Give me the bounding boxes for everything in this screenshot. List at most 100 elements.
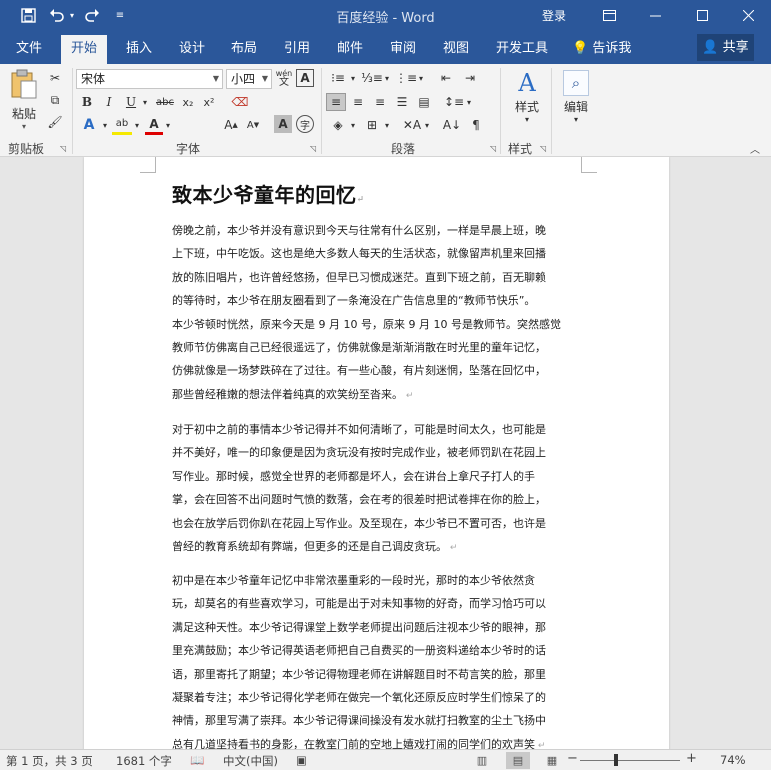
subscript-icon[interactable]: x₂	[179, 93, 197, 111]
distributed-icon[interactable]: ▤	[414, 93, 434, 111]
clear-formatting-icon[interactable]: ⌫	[230, 93, 250, 111]
borders-icon[interactable]: ⊞	[362, 115, 382, 135]
macro-record-icon[interactable]: ▣	[296, 753, 307, 767]
login-button[interactable]: 登录	[542, 7, 566, 24]
zoom-in-icon[interactable]: +	[686, 751, 697, 766]
bullets-icon[interactable]: ⁝≡	[328, 69, 348, 87]
chinese-layout-icon[interactable]: ✕A	[402, 115, 422, 135]
editing-button[interactable]: ⌕ 编辑 ▾	[556, 68, 596, 128]
share-button[interactable]: 👤 共享	[697, 34, 754, 61]
collapse-ribbon-icon[interactable]: ︿	[750, 141, 760, 156]
text-effects-icon[interactable]: A	[78, 115, 100, 135]
web-layout-icon[interactable]: ▦	[540, 752, 564, 769]
person-icon: 👤	[702, 40, 719, 55]
paste-button[interactable]: 粘贴 ▾	[6, 68, 42, 131]
word-count[interactable]: 1681 个字	[116, 753, 172, 769]
tab-insert[interactable]: 插入	[116, 35, 162, 64]
align-left-icon[interactable]: ≡	[326, 93, 346, 111]
highlight-dropdown-icon[interactable]: ▾	[132, 115, 142, 135]
text-line: 神情，那里写满了崇拜。本少爷记得课间操没有发水就打扫教室的尘土飞扬中	[172, 714, 546, 728]
decrease-indent-icon[interactable]: ⇤	[436, 69, 456, 87]
tab-design[interactable]: 设计	[169, 35, 215, 64]
font-color-icon[interactable]: A	[145, 115, 163, 135]
ribbon-home: 粘贴 ▾ ✂ ⧉ 🖌 剪贴板 ◹ 宋体 ▼ 小四 ▼ wén 文 A B I U …	[0, 64, 771, 157]
tab-file[interactable]: 文件	[6, 35, 52, 64]
paragraph-launcher-icon[interactable]: ◹	[490, 144, 496, 153]
zoom-slider-thumb[interactable]	[613, 754, 618, 766]
line-spacing-dropdown-icon[interactable]: ▾	[464, 93, 474, 111]
show-marks-icon[interactable]: ¶	[466, 115, 486, 135]
character-shading-icon[interactable]: A	[274, 115, 292, 133]
chevron-down-icon: ▼	[212, 74, 219, 83]
underline-dropdown-icon[interactable]: ▾	[140, 93, 150, 111]
multilevel-list-icon[interactable]: ⋮≡	[395, 69, 417, 87]
phonetic-guide-icon[interactable]: wén 文	[275, 67, 293, 89]
read-mode-icon[interactable]: ▥	[470, 752, 494, 769]
shrink-font-icon[interactable]: A ▼	[244, 115, 262, 135]
chinese-layout-dropdown-icon[interactable]: ▾	[422, 115, 432, 135]
line-spacing-icon[interactable]: ↕≡	[444, 93, 464, 111]
superscript-icon[interactable]: x²	[200, 93, 218, 111]
numbering-icon[interactable]: ⅓≡	[361, 69, 383, 87]
copy-icon[interactable]: ⧉	[46, 91, 64, 109]
zoom-slider[interactable]	[580, 760, 680, 761]
proofing-icon[interactable]: 📖	[190, 753, 204, 767]
text-effects-dropdown-icon[interactable]: ▾	[100, 115, 110, 135]
underline-icon[interactable]: U	[122, 93, 140, 111]
font-launcher-icon[interactable]: ◹	[310, 144, 316, 153]
grow-font-icon[interactable]: A ▲	[222, 115, 240, 135]
bold-icon[interactable]: B	[78, 93, 96, 111]
shading-dropdown-icon[interactable]: ▾	[348, 115, 358, 135]
paragraph: 对于初中之前的事情本少爷记得并不如何清晰了，可能是时间太久，也可能是 并不美好，唯…	[172, 418, 577, 560]
minimize-icon[interactable]	[632, 0, 678, 31]
borders-dropdown-icon[interactable]: ▾	[382, 115, 392, 135]
tab-developer[interactable]: 开发工具	[486, 35, 558, 64]
zoom-out-icon[interactable]: −	[567, 751, 578, 766]
tab-references[interactable]: 引用	[274, 35, 320, 64]
tab-review[interactable]: 审阅	[380, 35, 426, 64]
styles-launcher-icon[interactable]: ◹	[540, 144, 546, 153]
format-painter-icon[interactable]: 🖌	[46, 113, 64, 131]
tab-mailings[interactable]: 邮件	[327, 35, 373, 64]
increase-indent-icon[interactable]: ⇥	[460, 69, 480, 87]
language[interactable]: 中文(中国)	[223, 753, 278, 769]
numbering-dropdown-icon[interactable]: ▾	[382, 69, 392, 87]
multilevel-list-dropdown-icon[interactable]: ▾	[416, 69, 426, 87]
highlight-icon[interactable]: ab	[112, 115, 132, 135]
text-line: 曾经的教育系统却有弊端，但更多的还是自己调皮贪玩。 ↵	[172, 540, 458, 554]
clipboard-launcher-icon[interactable]: ◹	[60, 144, 66, 153]
tab-home[interactable]: 开始	[61, 35, 108, 64]
text-line: 上下班，中午吃饭。这也是绝大多数人每天的生活状态，就像留声机里来回播	[172, 247, 546, 261]
justify-icon[interactable]: ☰	[392, 93, 412, 111]
font-size-combo[interactable]: 小四 ▼	[226, 69, 272, 89]
ribbon-display-options-icon[interactable]	[586, 0, 632, 31]
align-center-icon[interactable]: ≡	[348, 93, 368, 111]
sort-icon[interactable]: A↓	[442, 115, 462, 135]
font-name-combo[interactable]: 宋体 ▼	[76, 69, 223, 89]
maximize-icon[interactable]	[679, 0, 725, 31]
cut-icon[interactable]: ✂	[46, 69, 64, 87]
close-icon[interactable]	[725, 0, 771, 31]
italic-icon[interactable]: I	[100, 93, 118, 111]
paragraph-group-label: 段落	[391, 142, 416, 156]
tell-me-search[interactable]: 💡 告诉我	[572, 35, 631, 63]
shading-icon[interactable]: ◈	[328, 115, 348, 135]
strikethrough-icon[interactable]: abc	[154, 93, 176, 111]
tell-me-label: 告诉我	[592, 41, 632, 56]
character-border-icon[interactable]: A	[296, 69, 314, 87]
tab-view[interactable]: 视图	[433, 35, 479, 64]
align-right-icon[interactable]: ≡	[370, 93, 390, 111]
zoom-level[interactable]: 74%	[720, 753, 746, 767]
print-layout-icon[interactable]: ▤	[506, 752, 530, 769]
paste-label: 粘贴	[11, 107, 36, 121]
vertical-scrollbar[interactable]	[755, 157, 771, 749]
text-line: 满足这种天性。本少爷记得课堂上数学老师提出问题后注视本少爷的眼神，那	[172, 620, 546, 634]
tab-layout[interactable]: 布局	[221, 35, 267, 64]
font-color-dropdown-icon[interactable]: ▾	[163, 115, 173, 135]
document-title-text: 致本少爷童年的回忆	[172, 183, 357, 207]
bullets-dropdown-icon[interactable]: ▾	[348, 69, 358, 87]
enclose-characters-icon[interactable]: 字	[296, 115, 314, 133]
document-page[interactable]: 致本少爷童年的回忆↵ 傍晚之前，本少爷并没有意识到今天与往常有什么区别，一样是早…	[84, 157, 669, 749]
page-count[interactable]: 第 1 页，共 3 页	[6, 753, 93, 769]
styles-button[interactable]: A 样式 ▾	[506, 68, 548, 128]
